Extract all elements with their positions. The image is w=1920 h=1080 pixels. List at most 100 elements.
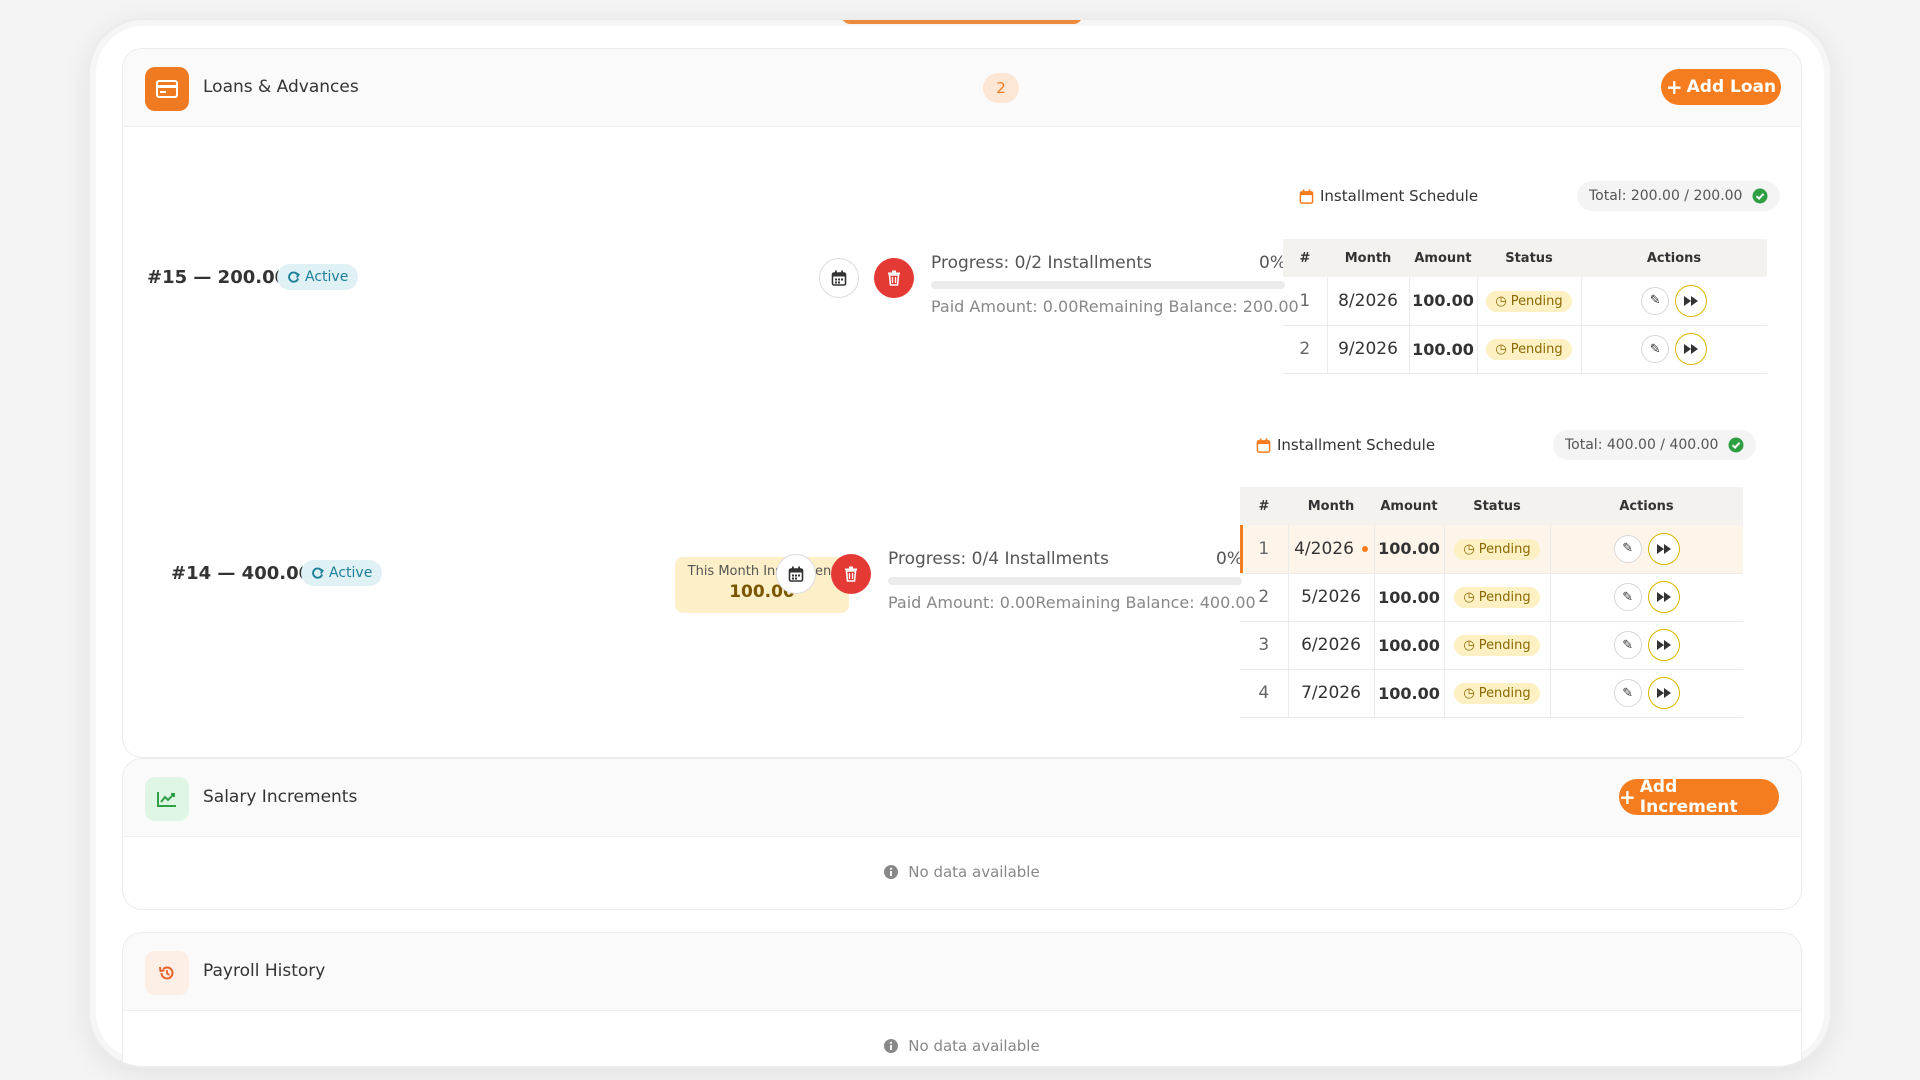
status-badge: Active — [277, 264, 359, 290]
clock-icon: ◷ — [1463, 686, 1475, 701]
table-row: 2 9/2026 100.00 ◷ Pending ✎ — [1283, 325, 1767, 374]
check-circle-icon — [1728, 437, 1744, 453]
skip-installment-button[interactable] — [1647, 532, 1680, 565]
skip-installment-button[interactable] — [1647, 629, 1680, 661]
clock-icon: ◷ — [1463, 590, 1475, 605]
schedule-total-label: Total: 200.00 / 200.00 — [1589, 188, 1743, 204]
col-number: # — [1283, 239, 1327, 277]
pending-badge: ◷ Pending — [1454, 635, 1540, 656]
edit-installment-button[interactable]: ✎ — [1613, 583, 1642, 611]
skip-installment-button[interactable] — [1675, 284, 1708, 317]
delete-loan-button[interactable] — [874, 258, 914, 298]
col-actions: Actions — [1550, 487, 1743, 525]
row-month-label: 4/2026 — [1294, 538, 1354, 559]
clock-icon: ◷ — [1495, 293, 1507, 309]
col-amount: Amount — [1374, 487, 1444, 525]
payroll-card-title: Payroll History — [203, 961, 326, 981]
status-label: Active — [305, 269, 349, 285]
add-loan-button[interactable]: + Add Loan — [1661, 69, 1781, 105]
progress-bar — [888, 577, 1242, 585]
col-actions: Actions — [1581, 239, 1767, 277]
paid-remaining-text: Paid Amount: 0.00Remaining Balance: 400.… — [888, 593, 1256, 612]
row-amount: 100.00 — [1409, 325, 1478, 374]
fast-forward-icon — [1684, 295, 1699, 306]
fast-forward-icon — [1656, 543, 1671, 554]
fast-forward-icon — [1656, 688, 1671, 698]
pending-badge: ◷ Pending — [1486, 290, 1572, 312]
credit-card-icon — [145, 67, 189, 111]
history-icon — [145, 951, 189, 995]
fast-forward-icon — [1656, 592, 1671, 602]
status-badge: Active — [301, 560, 383, 586]
add-loan-label: Add Loan — [1686, 77, 1777, 97]
row-amount: 100.00 — [1374, 669, 1445, 718]
row-month: 5/2026 — [1288, 573, 1375, 622]
row-status: ◷ Pending — [1444, 525, 1551, 574]
table-row: 4 7/2026 100.00 ◷ Pending ✎ — [1240, 669, 1743, 718]
col-month: Month — [1327, 239, 1409, 277]
pending-label: Pending — [1510, 342, 1563, 357]
clock-icon: ◷ — [1463, 638, 1475, 653]
row-status: ◷ Pending — [1477, 325, 1582, 374]
row-actions: ✎ — [1581, 277, 1767, 326]
schedule-title: Installment Schedule — [1256, 436, 1435, 454]
table-row: 2 5/2026 100.00 ◷ Pending ✎ — [1240, 573, 1743, 622]
empty-state: No data available — [123, 1037, 1801, 1055]
skip-installment-button[interactable] — [1675, 333, 1708, 365]
this-month-installment: This Month Installment 100.00 — [675, 557, 849, 613]
row-actions: ✎ — [1550, 573, 1743, 622]
row-actions: ✎ — [1581, 325, 1767, 374]
increments-card-title: Salary Increments — [203, 787, 358, 807]
pencil-icon: ✎ — [1622, 541, 1634, 557]
pencil-icon: ✎ — [1622, 637, 1634, 653]
payroll-card: Payroll History No data available — [122, 932, 1802, 1066]
add-increment-button[interactable]: + Add Increment — [1619, 777, 1779, 817]
skip-installment-button[interactable] — [1647, 581, 1680, 613]
delete-loan-button[interactable] — [831, 554, 871, 594]
pending-badge: ◷ Pending — [1454, 538, 1540, 560]
clock-icon: ◷ — [1495, 342, 1507, 357]
edit-installment-button[interactable]: ✎ — [1641, 286, 1670, 315]
schedule-calendar-button[interactable] — [776, 554, 816, 594]
col-month: Month — [1288, 487, 1374, 525]
schedule-title-label: Installment Schedule — [1277, 436, 1436, 454]
trend-up-icon — [145, 777, 189, 821]
edit-installment-button[interactable]: ✎ — [1641, 335, 1670, 363]
table-row-current: 1 4/2026 100.00 ◷ Pending ✎ — [1240, 525, 1743, 574]
progress-label: Progress: 0/4 Installments — [888, 549, 1109, 569]
pending-label: Pending — [1478, 638, 1531, 653]
skip-installment-button[interactable] — [1647, 677, 1680, 709]
schedule-title-label: Installment Schedule — [1320, 187, 1479, 205]
pencil-icon: ✎ — [1622, 685, 1634, 701]
row-number: 2 — [1283, 325, 1328, 374]
pending-badge: ◷ Pending — [1454, 587, 1540, 608]
row-amount: 100.00 — [1374, 525, 1445, 574]
row-status: ◷ Pending — [1444, 621, 1551, 670]
row-month: 4/2026 — [1288, 525, 1375, 574]
row-month: 6/2026 — [1288, 621, 1375, 670]
schedule-total-label: Total: 400.00 / 400.00 — [1565, 437, 1719, 453]
pencil-icon: ✎ — [1649, 293, 1661, 309]
payroll-card-header: Payroll History — [123, 933, 1801, 1011]
current-month-dot — [1361, 545, 1368, 552]
col-status: Status — [1477, 239, 1581, 277]
plus-icon: + — [1619, 785, 1636, 809]
row-month: 8/2026 — [1327, 277, 1410, 326]
pending-badge: ◷ Pending — [1486, 339, 1572, 360]
progress-percent: 0% — [1216, 549, 1243, 569]
row-number: 1 — [1283, 277, 1328, 326]
refresh-icon — [312, 567, 324, 579]
edit-installment-button[interactable]: ✎ — [1613, 631, 1642, 659]
edit-installment-button[interactable]: ✎ — [1613, 534, 1642, 563]
installment-table: # Month Amount Status Actions 1 8/2026 1… — [1283, 239, 1767, 374]
pencil-icon: ✎ — [1622, 589, 1634, 605]
refresh-icon — [288, 271, 300, 283]
calendar-icon — [788, 566, 804, 582]
empty-state-label: No data available — [908, 1037, 1040, 1055]
edit-installment-button[interactable]: ✎ — [1613, 679, 1642, 707]
loans-card-header: Loans & Advances 2 + Add Loan — [123, 49, 1801, 127]
loan-id-label: #15 — 200.00 — [147, 267, 288, 288]
add-increment-label: Add Increment — [1639, 777, 1738, 817]
schedule-calendar-button[interactable] — [819, 258, 859, 298]
pending-badge: ◷ Pending — [1454, 683, 1540, 704]
